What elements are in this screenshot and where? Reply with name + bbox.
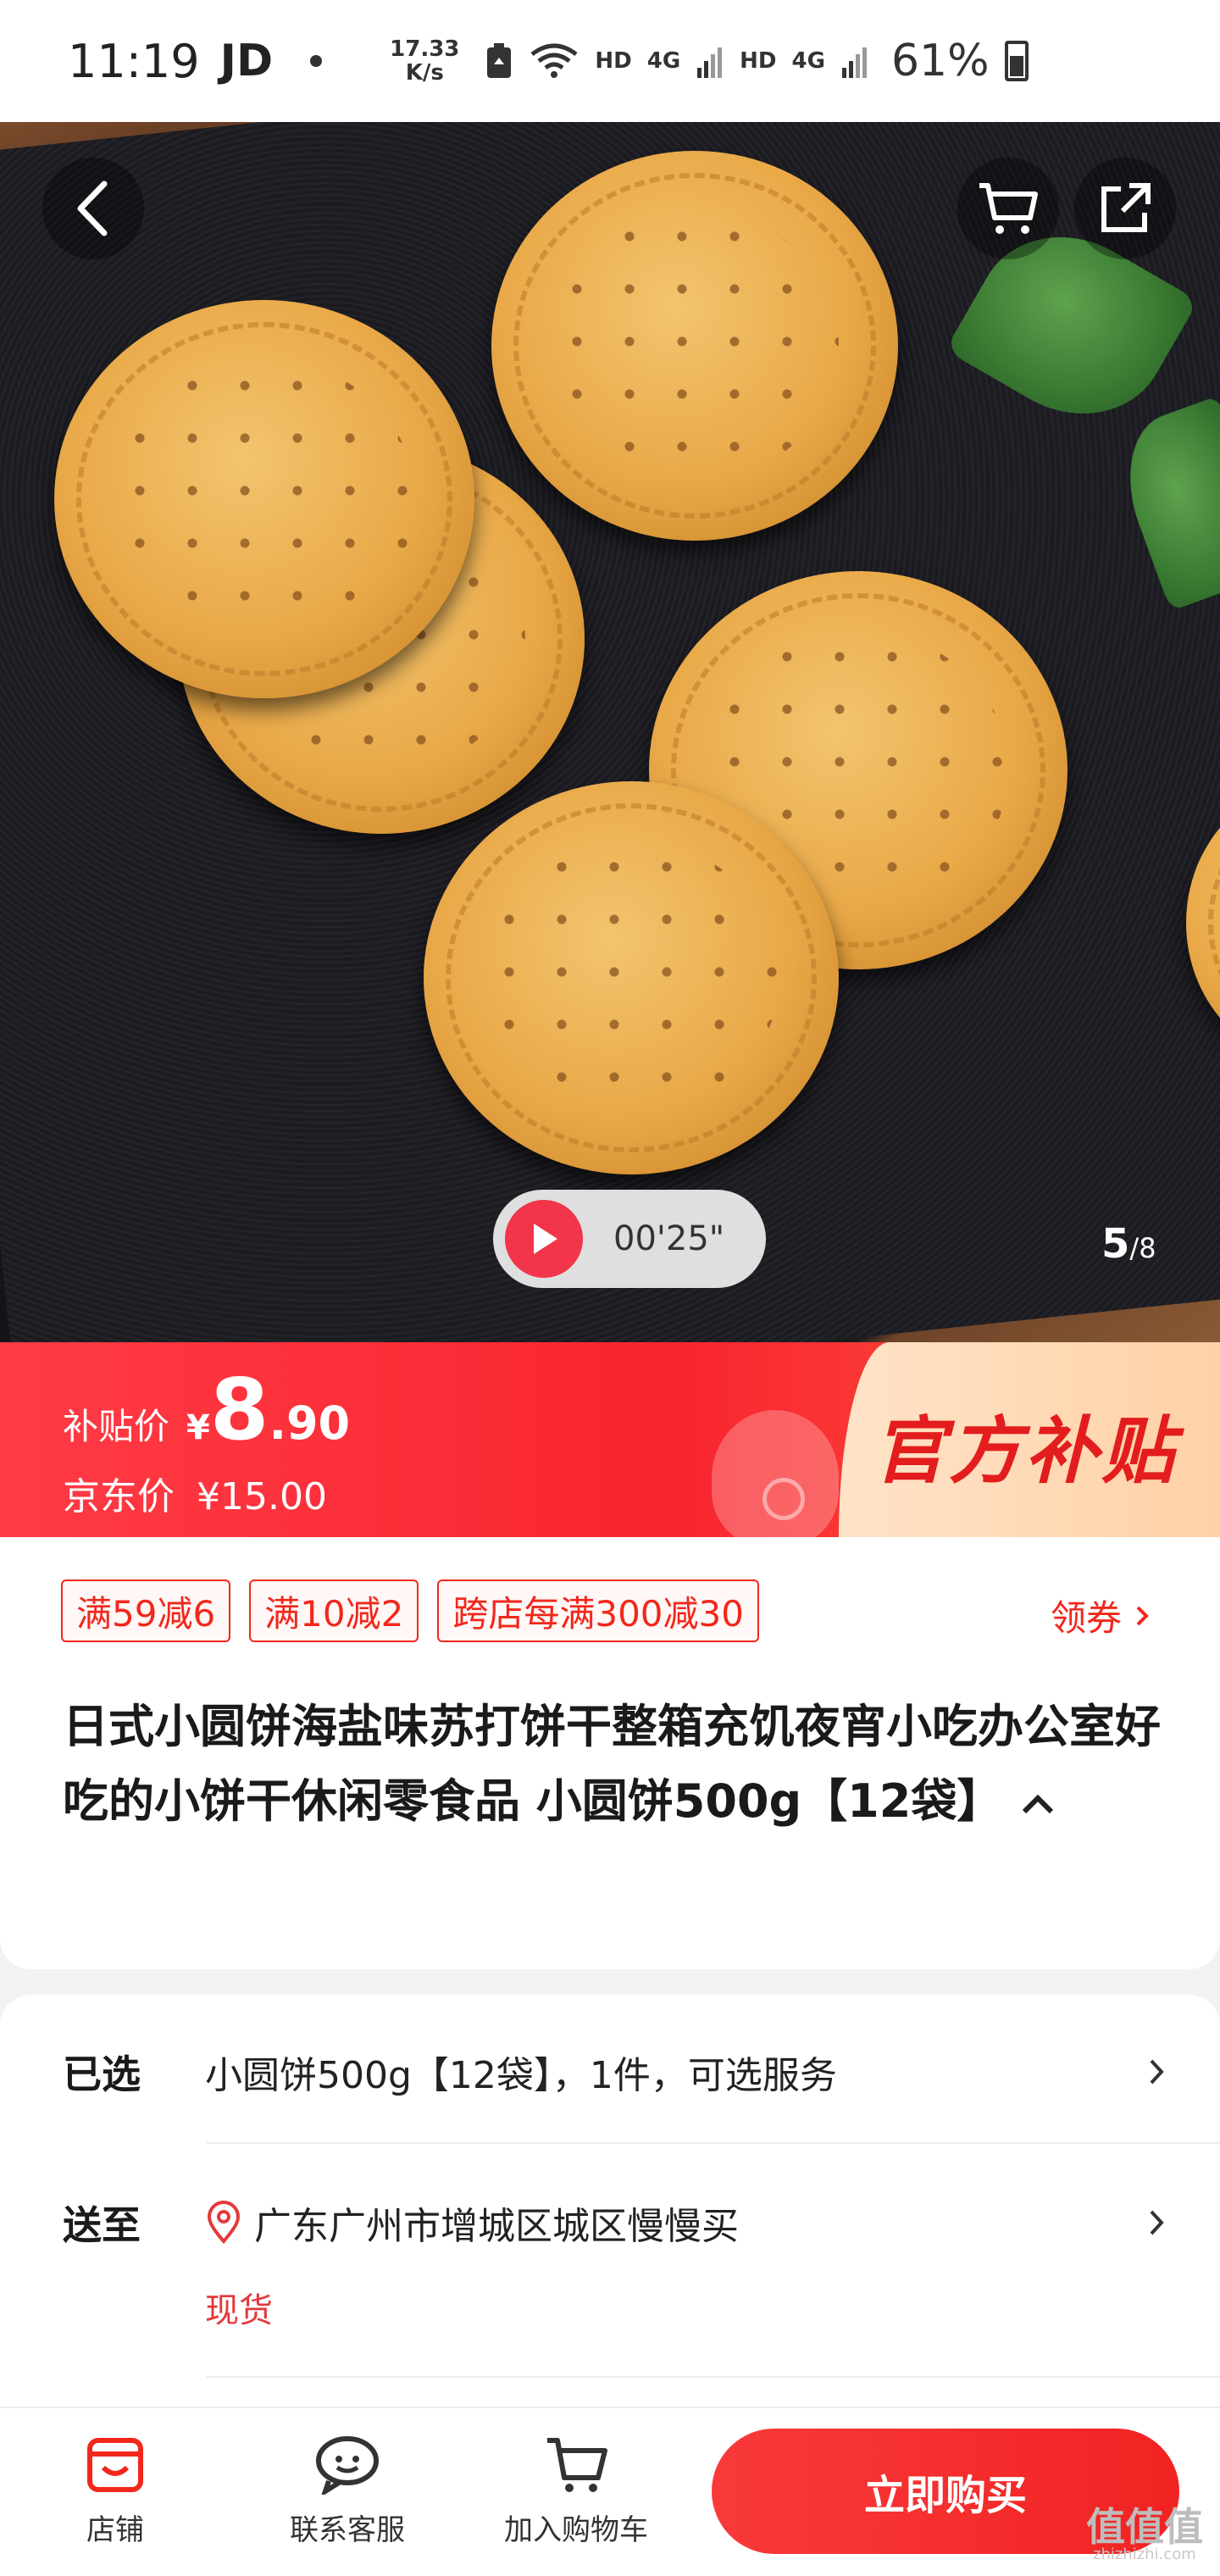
coupon-tag[interactable]: 满10减2 (249, 1579, 419, 1642)
cart-icon (547, 2438, 607, 2492)
selected-spec-row[interactable]: 已选 小圆饼500g【12袋】，1件，可选服务 (63, 2042, 1164, 2101)
selected-spec-value: 小圆饼500g【12袋】，1件，可选服务 (205, 2054, 837, 2097)
image-counter: 5/8 (1101, 1220, 1156, 1268)
cart-button[interactable] (957, 158, 1059, 259)
network-speed-unit: K/s (405, 60, 444, 86)
watermark-logo: 值值值 (1086, 2504, 1203, 2550)
carrier-label: JD (219, 36, 274, 86)
biscuit-image (424, 781, 839, 1174)
divider (207, 2142, 1220, 2144)
chevron-right-icon (1150, 2210, 1164, 2235)
get-coupon-button[interactable]: 领券 (1051, 1590, 1149, 1641)
official-subsidy-tag: 官方补贴 (873, 1409, 1178, 1494)
currency-symbol: ¥ (186, 1408, 210, 1447)
stock-status: 现货 (205, 2291, 273, 2330)
network-type-1: 4G (646, 48, 681, 74)
back-button[interactable] (42, 158, 144, 259)
battery-percent: 61% (890, 36, 990, 86)
chevron-right-icon (1150, 2059, 1164, 2085)
video-play-button[interactable]: 00'25" (493, 1190, 766, 1288)
chevron-right-icon (1136, 1606, 1149, 1625)
coin-icon (762, 1478, 805, 1520)
video-duration: 00'25" (613, 1219, 725, 1258)
chat-icon (316, 2436, 379, 2495)
signal-icon (697, 47, 723, 78)
network-speed: 17.33 K/s (390, 37, 459, 85)
status-icons: HD 4G HD 4G 61% (485, 36, 1029, 86)
delivery-address: 广东广州市增城区城区慢慢买 (254, 2205, 739, 2248)
jd-price: 京东价 ¥15.00 (63, 1466, 327, 1520)
image-counter-current: 5 (1101, 1220, 1130, 1268)
subsidy-price-label: 补贴价 (63, 1406, 170, 1447)
recycle-icon (487, 43, 512, 78)
customer-service-tab[interactable]: 联系客服 (246, 2434, 449, 2548)
coupon-tag[interactable]: 满59减6 (61, 1579, 231, 1642)
share-button[interactable] (1074, 158, 1176, 259)
subsidy-price-integer: 8 (209, 1360, 269, 1459)
selected-spec-label: 已选 (63, 2051, 141, 2097)
coupon-tag[interactable]: 跨店每满300减30 (437, 1579, 759, 1642)
subsidy-price: 补贴价 ¥ 8 .90 (63, 1368, 350, 1452)
location-pin-icon (207, 2201, 241, 2245)
wifi-icon (530, 43, 578, 78)
product-title: 日式小圆饼海盐味苏打饼干整箱充饥夜宵小吃办公室好吃的小饼干休闲零食品 小圆饼50… (63, 1690, 1164, 1839)
shop-tab-label: 店铺 (86, 2513, 144, 2547)
status-bar: 11:19 JD 17.33 K/s HD 4G HD 4G 61% (0, 0, 1220, 122)
delivery-address-row[interactable]: 送至 广东广州市增城区城区慢慢买 (63, 2193, 1164, 2252)
add-to-cart-tab[interactable]: 加入购物车 (474, 2434, 678, 2548)
product-image-gallery[interactable] (0, 122, 1220, 1342)
biscuit-image (54, 300, 474, 698)
price-banner: 补贴价 ¥ 8 .90 京东价 ¥15.00 官方补贴 (0, 1342, 1220, 1537)
cart-icon (979, 183, 1038, 234)
clock: 11:19 (68, 34, 200, 88)
battery-icon (1004, 41, 1029, 81)
product-title-text: 日式小圆饼海盐味苏打饼干整箱充饥夜宵小吃办公室好吃的小饼干休闲零食品 小圆饼50… (63, 1700, 1161, 1828)
add-to-cart-label: 加入购物车 (504, 2513, 648, 2547)
chevron-left-icon (77, 180, 108, 236)
shop-tab[interactable]: 店铺 (14, 2434, 217, 2548)
play-icon (505, 1200, 583, 1278)
biscuit-image (491, 151, 898, 541)
chevron-up-icon[interactable] (1019, 1791, 1056, 1817)
jd-price-value: ¥15.00 (197, 1475, 327, 1518)
get-coupon-label: 领券 (1051, 1597, 1123, 1639)
customer-service-label: 联系客服 (290, 2513, 405, 2547)
network-speed-value: 17.33 (390, 36, 460, 62)
hd-label-2: HD (740, 48, 777, 74)
notification-dot (310, 55, 323, 67)
subsidy-price-decimal: .90 (269, 1396, 351, 1450)
network-type-2: 4G (791, 48, 825, 74)
share-icon (1101, 183, 1151, 232)
shop-icon (87, 2438, 143, 2492)
product-info-card: 满59减6 满10减2 跨店每满300减30 领券 日式小圆饼海盐味苏打饼干整箱… (0, 1537, 1220, 1969)
image-counter-total: /8 (1129, 1232, 1156, 1264)
delivery-label: 送至 (63, 2202, 141, 2248)
divider (207, 2376, 1220, 2378)
watermark-url: zhizhizhi.com (1093, 2545, 1196, 2563)
jd-price-label: 京东价 (63, 1475, 175, 1518)
signal-icon-2 (841, 47, 867, 78)
coupon-list: 满59减6 满10减2 跨店每满300减30 (61, 1579, 759, 1642)
hd-label-1: HD (595, 48, 632, 74)
